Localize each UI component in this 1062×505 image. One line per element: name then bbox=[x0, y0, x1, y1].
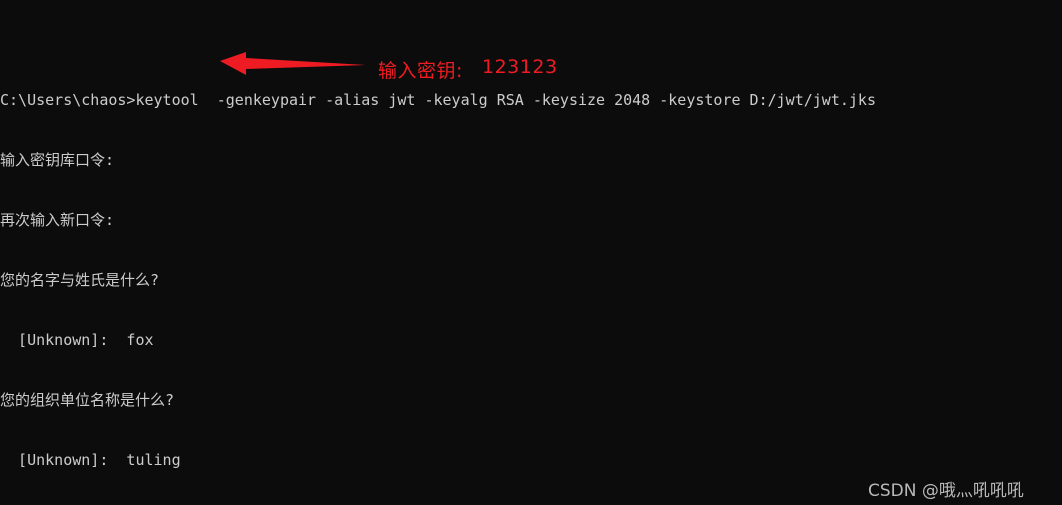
console-line: [Unknown]: tuling bbox=[0, 451, 181, 469]
csdn-watermark: CSDN @哦灬吼吼吼 bbox=[868, 481, 1024, 501]
terminal-window: C:\Users\chaos>keytool -genkeypair -alia… bbox=[0, 0, 1062, 505]
console-line: 输入密钥库口令: bbox=[0, 151, 115, 169]
console-line: 您的名字与姓氏是什么? bbox=[0, 271, 160, 289]
console-line: [Unknown]: fox bbox=[0, 331, 154, 349]
console-line: 再次输入新口令: bbox=[0, 211, 115, 229]
left-arrow-icon bbox=[220, 52, 366, 75]
console-line: 您的组织单位名称是什么? bbox=[0, 391, 175, 409]
console-line: C:\Users\chaos>keytool -genkeypair -alia… bbox=[0, 91, 876, 109]
annotation-label: 输入密钥: bbox=[378, 60, 463, 82]
annotation-value: 123123 bbox=[482, 56, 558, 78]
